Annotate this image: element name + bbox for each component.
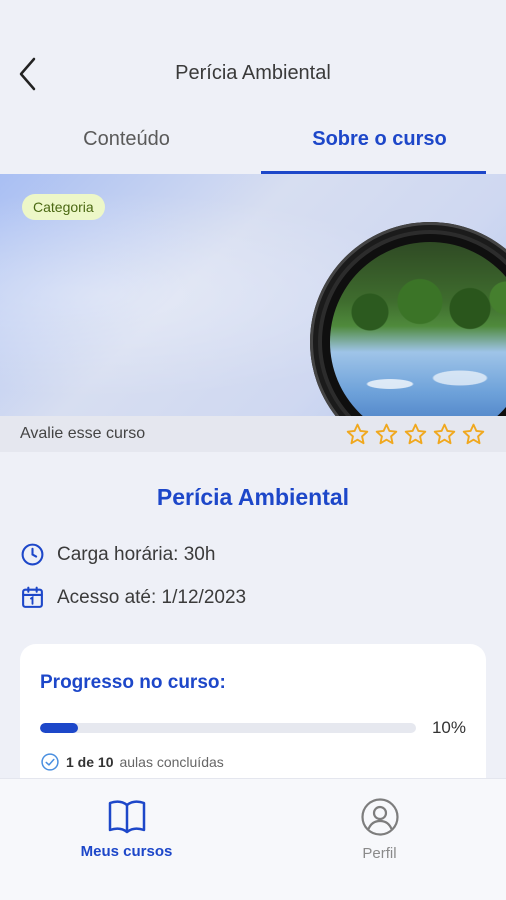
course-banner: Categoria [0,174,506,416]
workload-row: Carga horária: 30h [20,542,215,567]
rating-label: Avalie esse curso [20,425,146,442]
user-circle-icon [360,798,399,836]
bottom-nav: Meus cursos Perfil [0,778,506,900]
lessons-count: 1 de 10 [66,754,114,770]
access-row: Acesso até: 1/12/2023 [20,585,246,610]
calendar-icon [22,586,43,608]
lessons-suffix: aulas concluídas [119,754,224,770]
star-icon[interactable] [403,422,428,447]
progress-title: Progresso no curso: [40,672,226,693]
star-icon[interactable] [374,422,399,447]
workload-text: Carga horária: 30h [57,543,216,565]
nav-meus-cursos[interactable]: Meus cursos [0,779,253,900]
rating-stars [345,422,486,447]
tab-bar: Conteúdo Sobre o curso [0,108,506,174]
nav-perfil[interactable]: Perfil [253,779,506,900]
lens-trees [330,270,506,340]
access-text: Acesso até: 1/12/2023 [57,586,247,608]
category-badge: Categoria [22,194,105,220]
clock-icon [21,543,44,566]
star-icon[interactable] [461,422,486,447]
lens-clouds [330,354,506,414]
header: Perícia Ambiental [0,0,506,110]
star-icon[interactable] [345,422,370,447]
nav-label-meus-cursos: Meus cursos [80,843,173,860]
check-circle-icon [41,753,59,771]
course-title: Perícia Ambiental [156,484,350,510]
page-title: Perícia Ambiental [175,62,331,84]
tab-conteudo[interactable]: Conteúdo [0,108,253,174]
rating-bar: Avalie esse curso [0,416,506,452]
tab-sobre-o-curso[interactable]: Sobre o curso [253,108,506,174]
nav-label-perfil: Perfil [362,845,397,862]
progress-bar [40,723,416,733]
progress-fill [40,723,78,733]
star-icon[interactable] [432,422,457,447]
progress-percent: 10% [431,718,466,737]
lessons-completed: 1 de 10 aulas concluídas [40,752,224,772]
book-icon [108,800,145,834]
